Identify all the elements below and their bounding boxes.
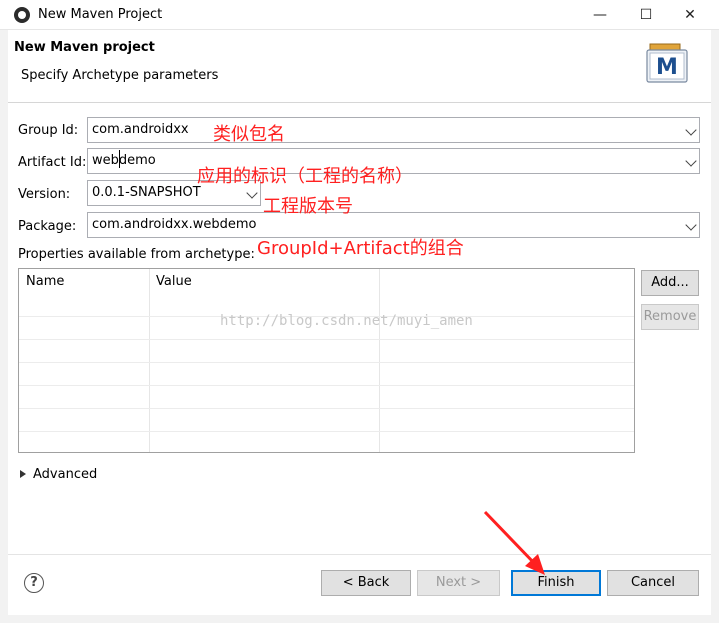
- annotation-arrow-line: [483, 510, 538, 567]
- annotation-arrow: [483, 510, 545, 575]
